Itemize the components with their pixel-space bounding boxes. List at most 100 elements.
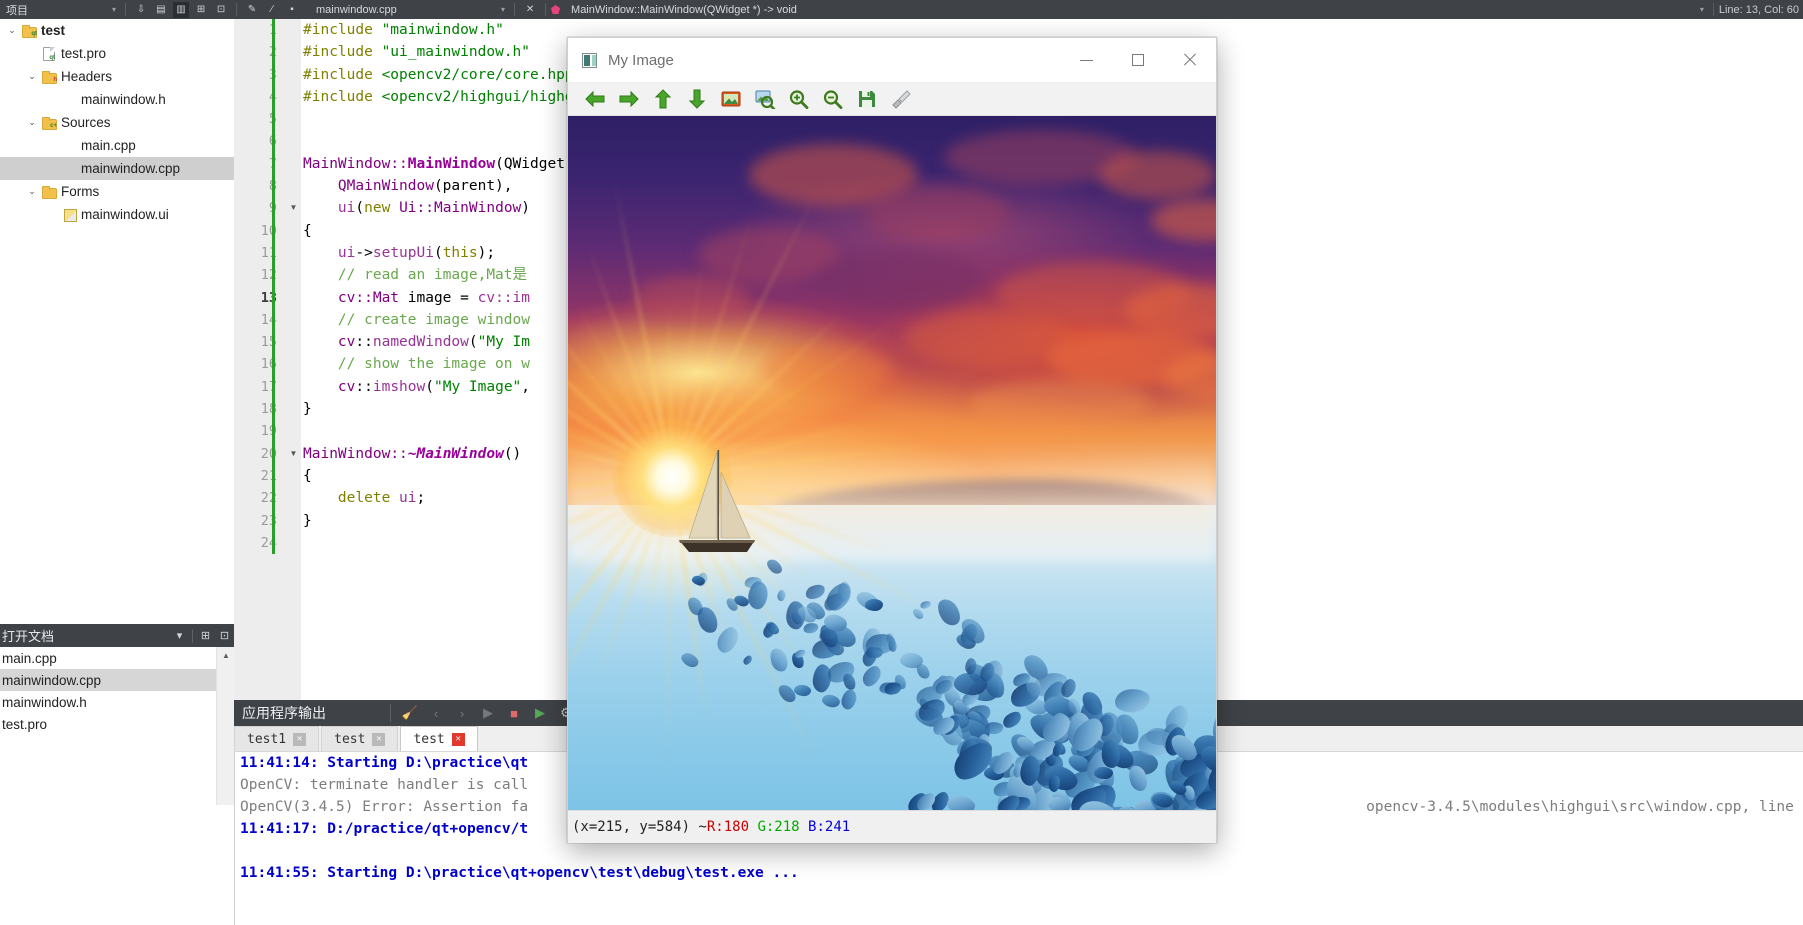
- code-token: ): [521, 200, 531, 217]
- save-icon[interactable]: ⇩: [133, 2, 149, 18]
- image-canvas[interactable]: [568, 116, 1216, 810]
- code-token: <opencv2/core/core.hpp>: [381, 66, 583, 83]
- close-panel-icon[interactable]: ⊡: [215, 626, 234, 645]
- folder-ui-icon: [42, 186, 57, 199]
- image-window-title: My Image: [608, 51, 674, 69]
- close-icon[interactable]: ✕: [293, 732, 307, 746]
- chevron-down-icon[interactable]: ⌄: [24, 71, 40, 82]
- tree-item-icon: qt: [20, 25, 38, 38]
- project-tree-panel[interactable]: ⌄ qt test qt test.pro ⌄ h Headers mainwindow.h ⌄ c…: [0, 19, 234, 624]
- image-window-titlebar[interactable]: My Image: [568, 38, 1216, 83]
- zoom-region-icon[interactable]: [750, 85, 780, 113]
- close-file-icon[interactable]: ✕: [522, 2, 538, 18]
- chevron-down-icon[interactable]: ⌄: [24, 117, 40, 128]
- pan-up-icon[interactable]: [648, 85, 678, 113]
- debug-icon[interactable]: ▶: [527, 700, 553, 726]
- symbol-selector[interactable]: MainWindow::MainWindow(QWidget *) -> voi…: [565, 0, 797, 19]
- line-number: 20: [260, 445, 277, 462]
- save-icon[interactable]: [852, 85, 882, 113]
- minimize-icon[interactable]: [1060, 38, 1112, 83]
- chevron-down-icon[interactable]: ▾: [1696, 5, 1708, 14]
- tree-item-main-cpp[interactable]: main.cpp: [0, 134, 234, 157]
- output-tab[interactable]: test ✕: [400, 726, 478, 751]
- opencv-image-window[interactable]: My Image (x=215, y=584) ~ R:180 G:218 B:…: [567, 37, 1217, 843]
- code-token: #include: [303, 66, 382, 83]
- prev-icon[interactable]: ‹: [423, 700, 449, 726]
- tree-item-headers[interactable]: ⌄ h Headers: [0, 65, 234, 88]
- open-document-item[interactable]: mainwindow.h: [0, 691, 234, 713]
- pencil-icon[interactable]: ✎: [244, 2, 260, 18]
- fold-toggle-icon[interactable]: ▼: [286, 443, 301, 465]
- cloud: [1099, 150, 1216, 200]
- code-token: Ui::MainWindow: [399, 200, 522, 217]
- tree-item-mainwindow-cpp[interactable]: mainwindow.cpp: [0, 157, 234, 180]
- chevron-down-icon[interactable]: ▾: [497, 5, 509, 14]
- stop-icon[interactable]: ▪: [284, 2, 300, 18]
- zoom-in-icon[interactable]: [784, 85, 814, 113]
- close-icon[interactable]: [1164, 38, 1216, 83]
- properties-icon[interactable]: [886, 85, 916, 113]
- tree-item-test-pro[interactable]: qt test.pro: [0, 42, 234, 65]
- code-token: "My Im: [477, 334, 531, 351]
- split-icon[interactable]: ▥: [173, 1, 190, 18]
- fit-image-icon[interactable]: [716, 85, 746, 113]
- chevron-down-icon[interactable]: ⌄: [24, 186, 40, 197]
- tree-item-mainwindow-h[interactable]: mainwindow.h: [0, 88, 234, 111]
- tree-item-forms[interactable]: ⌄ Forms: [0, 180, 234, 203]
- output-tab[interactable]: test ✕: [321, 726, 399, 751]
- tree-item-label: Headers: [61, 69, 113, 84]
- tree-item-test[interactable]: ⌄ qt test: [0, 19, 234, 42]
- line-number: 18: [260, 401, 277, 418]
- chevron-down-icon[interactable]: ⌄: [4, 25, 20, 36]
- pan-right-icon[interactable]: [614, 85, 644, 113]
- next-icon[interactable]: ›: [449, 700, 475, 726]
- open-document-item[interactable]: test.pro: [0, 713, 234, 735]
- chevron-down-icon[interactable]: ▾: [170, 626, 189, 645]
- add-split-icon[interactable]: ⊞: [196, 626, 215, 645]
- line-number: 23: [260, 512, 277, 529]
- close-icon[interactable]: ✕: [372, 732, 386, 746]
- code-folding-column[interactable]: ▼ ▼: [286, 19, 301, 700]
- line-number: 16: [260, 356, 277, 373]
- project-selector[interactable]: 项目: [0, 0, 108, 19]
- output-tab[interactable]: test1 ✕: [234, 726, 320, 751]
- tree-item-sources[interactable]: ⌄ c+ Sources: [0, 111, 234, 134]
- code-token: (: [433, 244, 443, 261]
- code-token: ::: [390, 155, 408, 172]
- code-token: MainWindow: [303, 155, 391, 172]
- open-documents-scrollbar[interactable]: ▲: [216, 647, 234, 805]
- maximize-icon[interactable]: [1112, 38, 1164, 83]
- stop-icon[interactable]: ■: [501, 700, 527, 726]
- run-icon[interactable]: ▶: [475, 700, 501, 726]
- clear-icon[interactable]: 🧹: [397, 700, 423, 726]
- pan-down-icon[interactable]: [682, 85, 712, 113]
- code-token: }: [303, 512, 312, 529]
- zoom-out-icon[interactable]: [818, 85, 848, 113]
- chevron-down-icon[interactable]: ▾: [108, 5, 120, 14]
- add-split-icon[interactable]: ⊞: [193, 2, 209, 18]
- open-file-selector[interactable]: mainwindow.cpp: [302, 0, 497, 19]
- pan-left-icon[interactable]: [580, 85, 610, 113]
- fold-toggle-icon[interactable]: ▼: [286, 197, 301, 219]
- code-token: #include: [303, 88, 382, 105]
- scroll-up-icon[interactable]: ▲: [217, 647, 235, 664]
- line-number: 2: [234, 41, 286, 63]
- open-document-item[interactable]: main.cpp: [0, 647, 234, 669]
- tree-item-mainwindow-ui[interactable]: mainwindow.ui: [0, 203, 234, 226]
- open-document-item[interactable]: mainwindow.cpp: [0, 669, 234, 691]
- open-documents-list[interactable]: main.cpp mainwindow.cpp mainwindow.h test.p…: [0, 647, 234, 805]
- output-line: 11:41:55: Starting D:\practice\qt+opencv…: [240, 865, 799, 881]
- close-split-icon[interactable]: ⊡: [213, 2, 229, 18]
- close-icon[interactable]: ✕: [451, 732, 465, 746]
- save-all-icon[interactable]: ▤: [153, 2, 169, 18]
- image-window-toolbar[interactable]: [568, 83, 1216, 116]
- folder-project-icon: qt: [22, 25, 37, 38]
- code-token: "ui_mainwindow.h": [381, 44, 530, 61]
